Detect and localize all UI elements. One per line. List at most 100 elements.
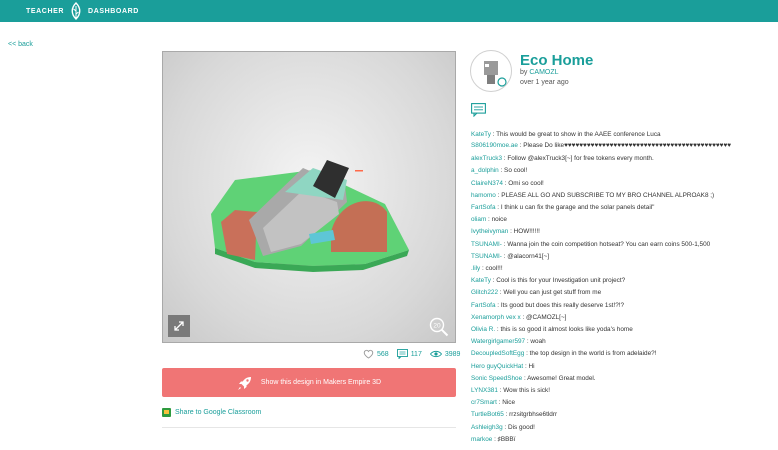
comment-icon — [396, 349, 408, 359]
views-stat: 3989 — [429, 350, 461, 358]
comment-author-link[interactable]: S806190moe.ae — [471, 142, 518, 149]
comment-author-link[interactable]: alexTruck3 — [471, 155, 502, 162]
comment-item: Xenamorph vex x : @CAMOZL[~] — [471, 312, 771, 324]
comment-text: : Omi so cool! — [502, 179, 544, 187]
comment-text: : Wow this is sick! — [497, 387, 550, 395]
comment-item: ClaireN374 : Omi so cool! — [471, 178, 771, 190]
comment-text: : Please Do like♥♥♥♥♥♥♥♥♥♥♥♥♥♥♥♥♥♥♥♥♥♥♥♥… — [517, 142, 732, 150]
comment-author-link[interactable]: Ashleigh3g — [471, 424, 503, 431]
comment-text: : woah — [525, 338, 546, 346]
design-time-ago: over 1 year ago — [520, 79, 569, 86]
by-label: by — [520, 69, 528, 76]
comment-author-link[interactable]: TSUNAMI- — [471, 241, 502, 248]
comment-item: .lily : cool!!! — [471, 263, 771, 275]
eco-home-model-render — [211, 160, 409, 272]
comment-item: KateTy : This would be great to show in … — [471, 129, 771, 141]
comment-author-link[interactable]: ClaireN374 — [471, 180, 503, 187]
view-mode-label: 20 — [433, 323, 441, 330]
google-classroom-icon — [162, 408, 171, 417]
share-label: Share to Google Classroom — [175, 409, 262, 416]
comment-author-link[interactable]: cr7Smart — [471, 399, 497, 406]
heart-icon — [363, 349, 374, 359]
comment-text: : this is so good it almost looks like y… — [495, 326, 633, 334]
comment-item: oliam : noice — [471, 214, 771, 226]
top-bar: TEACHER DASHBOARD — [0, 0, 778, 22]
author-link[interactable]: CAMOZL — [529, 69, 558, 76]
comment-author-link[interactable]: TurtleBot65 — [471, 411, 504, 418]
back-link[interactable]: << back — [8, 41, 33, 48]
comment-text: : @alacorn41[~] — [501, 252, 550, 260]
comment-author-link[interactable]: a_dolphin — [471, 167, 499, 174]
comment-text: : @CAMOZL[~] — [520, 313, 567, 321]
comment-author-link[interactable]: Glitch222 — [471, 289, 498, 296]
comment-item: Glitch222 : Well you can just get stuff … — [471, 287, 771, 299]
comments-stat[interactable]: 117 — [396, 349, 422, 359]
comment-author-link[interactable]: Sonic SpeedShoe — [471, 375, 522, 382]
comment-item: TSUNAMI- : @alacorn41[~] — [471, 251, 771, 263]
comment-text: : Cool is this for your Investigation un… — [490, 277, 626, 285]
comment-author-link[interactable]: KateTy — [471, 131, 491, 138]
comment-author-link[interactable]: Watergirlgamer597 — [471, 338, 525, 345]
comment-text: : Nice — [496, 399, 516, 407]
comment-author-link[interactable]: Olivia R. — [471, 326, 495, 333]
comment-item: LYNX381 : Wow this is sick! — [471, 385, 771, 397]
comment-author-link[interactable]: hamomo — [471, 192, 496, 199]
leaf-logo-icon — [71, 2, 81, 20]
cta-label: Show this design in Makers Empire 3D — [260, 379, 382, 386]
likes-stat[interactable]: 568 — [363, 349, 389, 359]
brand-left-text: TEACHER — [26, 7, 65, 15]
divider — [162, 427, 456, 428]
author-avatar[interactable] — [470, 50, 512, 92]
comment-text: : Hi — [523, 362, 535, 370]
comment-item: FartSofa : Its good but does this really… — [471, 300, 771, 312]
comment-author-link[interactable]: Xenamorph vex x — [471, 314, 521, 321]
comment-author-link[interactable]: TSUNAMI- — [471, 253, 502, 260]
zoom-toggle-button[interactable]: 20 — [429, 317, 449, 337]
eye-icon — [429, 350, 442, 358]
design-byline: by CAMOZL — [520, 69, 559, 76]
comment-author-link[interactable]: Hero guyQuickHat — [471, 363, 523, 370]
comment-author-link[interactable]: FartSofa — [471, 204, 496, 211]
comment-text: : Dis good! — [502, 423, 535, 431]
comment-text: : Wanna join the coin competition hotsea… — [501, 240, 711, 248]
comment-author-link[interactable]: markoe — [471, 436, 492, 443]
comment-author-link[interactable]: FartSofa — [471, 302, 496, 309]
views-count: 3989 — [444, 350, 461, 358]
show-in-makers-empire-button[interactable]: Show this design in Makers Empire 3D — [162, 368, 456, 397]
comment-text: : Follow @alexTruck3[~] for free tokens … — [502, 155, 654, 163]
comment-item: Sonic SpeedShoe : Awesome! Great model. — [471, 373, 771, 385]
model-viewer[interactable]: 20 — [162, 51, 456, 343]
comment-author-link[interactable]: oliam — [471, 216, 486, 223]
comment-item: a_dolphin : So cool! — [471, 165, 771, 177]
comment-item: Ivytheivyman : HOW!!!!!! — [471, 226, 771, 238]
comment-author-link[interactable]: DecoupledSoftEgg — [471, 350, 524, 357]
comment-text: : rrzsitgrbhse6tldrr — [503, 411, 558, 419]
magnifier-icon: 20 — [429, 317, 449, 337]
comment-item: Hero guyQuickHat : Hi — [471, 361, 771, 373]
brand-right-text: DASHBOARD — [88, 7, 139, 15]
comment-item: FartSofa : I think u can fix the garage … — [471, 202, 771, 214]
rocket-icon — [237, 376, 251, 390]
comment-text: : PLEASE ALL GO AND SUBSCRIBE TO MY BRO … — [495, 191, 715, 199]
comment-item: TurtleBot65 : rrzsitgrbhse6tldrr — [471, 409, 771, 421]
comment-item: markoe : ♯BBBï — [471, 434, 771, 446]
expand-icon — [174, 321, 184, 331]
comment-author-link[interactable]: KateTy — [471, 277, 491, 284]
teacher-dashboard-link[interactable]: TEACHER DASHBOARD — [26, 0, 139, 22]
expand-button[interactable] — [168, 315, 190, 337]
comment-author-link[interactable]: Ivytheivyman — [471, 228, 508, 235]
comment-item: Ashleigh3g : Dis good! — [471, 422, 771, 434]
comment-author-link[interactable]: .lily — [471, 265, 480, 272]
comments-icon[interactable] — [471, 103, 486, 117]
comment-text: : I think u can fix the garage and the s… — [495, 204, 655, 212]
comment-text: : noice — [486, 216, 507, 224]
comment-item: DecoupledSoftEgg : the top design in the… — [471, 348, 771, 360]
comment-author-link[interactable]: LYNX381 — [471, 387, 498, 394]
share-google-classroom-link[interactable]: Share to Google Classroom — [162, 408, 261, 417]
robot-avatar-icon — [484, 61, 509, 89]
comment-text: : So cool! — [498, 167, 528, 175]
comment-text: : Well you can just get stuff from me — [498, 289, 602, 297]
comment-item: KateTy : Cool is this for your Investiga… — [471, 275, 771, 287]
comment-text: : This would be great to show in the AAE… — [490, 131, 661, 138]
comment-item: alexTruck3 : Follow @alexTruck3[~] for f… — [471, 153, 771, 165]
